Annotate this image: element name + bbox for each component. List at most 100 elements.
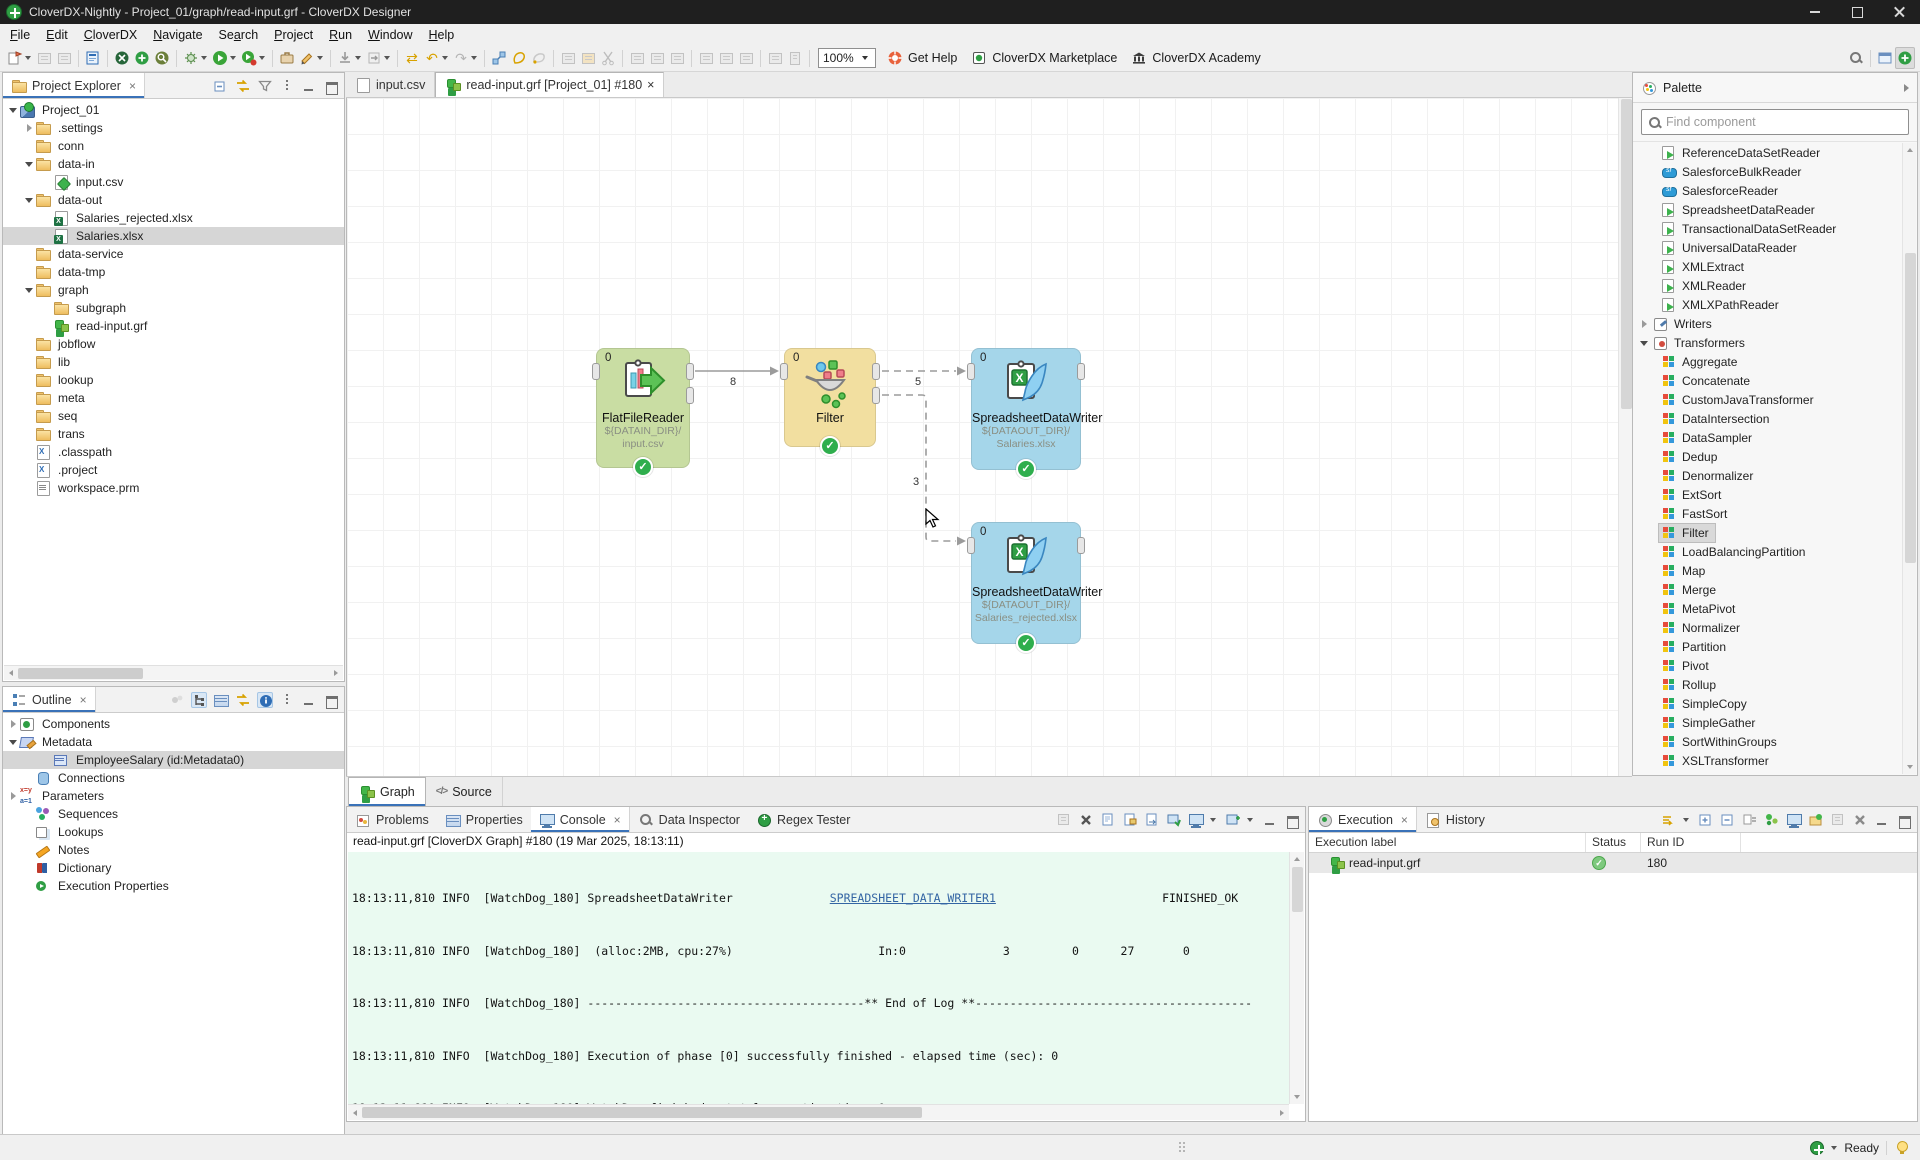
tab-source[interactable]: </>Source	[426, 777, 503, 806]
tab-project-explorer[interactable]: Project Explorer×	[3, 73, 145, 98]
tree-item-data-tmp[interactable]: data-tmp	[3, 263, 344, 281]
outline-item-lookups[interactable]: Lookups	[3, 823, 344, 841]
info-icon[interactable]	[257, 692, 273, 708]
debug-button[interactable]	[181, 47, 201, 69]
menu-navigate[interactable]: Navigate	[145, 26, 210, 44]
table-view-icon[interactable]	[213, 692, 229, 708]
tab-execution[interactable]: Execution×	[1309, 807, 1417, 832]
execution-row[interactable]: read-input.grf ✓ 180	[1309, 853, 1917, 873]
scroll-lock-icon[interactable]	[1122, 812, 1138, 828]
view-menu-icon[interactable]	[279, 692, 295, 708]
filter-executions-icon[interactable]	[1661, 812, 1677, 828]
palette-item-universaldatareader[interactable]: UniversalDataReader	[1634, 238, 1902, 257]
palette-item-referencedatasetreader[interactable]: ReferenceDataSetReader	[1634, 143, 1902, 162]
node-spreadsheetdatawriter-1[interactable]: 0 X SpreadsheetDataWriter ${DATAOUT_DIR}…	[971, 348, 1081, 470]
minimize-window-button[interactable]	[1794, 0, 1836, 24]
save-button[interactable]	[34, 47, 54, 69]
distribute-h-button[interactable]	[696, 47, 716, 69]
palette-item-dataintersection[interactable]: DataIntersection	[1634, 409, 1902, 428]
tab-regex-tester[interactable]: Regex Tester	[748, 807, 858, 832]
tree-item-settings[interactable]: .settings	[3, 119, 344, 137]
palette-item-filter[interactable]: Filter	[1634, 523, 1902, 542]
marketplace-link[interactable]: CloverDX Marketplace	[964, 50, 1124, 66]
close-icon[interactable]: ×	[129, 79, 136, 93]
link-editor-icon[interactable]	[235, 692, 251, 708]
align-center-button[interactable]	[647, 47, 667, 69]
remove-execution-icon[interactable]	[1852, 812, 1868, 828]
get-help-link[interactable]: Get Help	[880, 50, 964, 66]
export-button[interactable]	[364, 47, 384, 69]
clover-x-button[interactable]	[112, 47, 132, 69]
outline-item-parameters[interactable]: Parameters	[3, 787, 344, 805]
tree-item-trans[interactable]: trans	[3, 425, 344, 443]
outline-item-notes[interactable]: Notes	[3, 841, 344, 859]
collapse-all-icon[interactable]	[1720, 812, 1736, 828]
input-port[interactable]	[967, 363, 975, 380]
match-width-button[interactable]	[765, 47, 785, 69]
output-port[interactable]	[1077, 363, 1085, 380]
align-left-button[interactable]	[627, 47, 647, 69]
open-perspective-button[interactable]	[1875, 47, 1895, 69]
node-spreadsheetdatawriter-2[interactable]: 0 X SpreadsheetDataWriter ${DATAOUT_DIR}…	[971, 522, 1081, 644]
tab-console[interactable]: Console×	[531, 807, 630, 832]
scroll-thumb[interactable]	[1621, 99, 1632, 409]
scroll-thumb[interactable]	[1905, 253, 1916, 563]
open-console-icon[interactable]	[1225, 812, 1241, 828]
palette-item-fastsort[interactable]: FastSort	[1634, 504, 1902, 523]
outline-item-sequences[interactable]: Sequences	[3, 805, 344, 823]
palette-item-pivot[interactable]: Pivot	[1634, 656, 1902, 675]
palette-item-map[interactable]: Map	[1634, 561, 1902, 580]
scroll-down-icon[interactable]	[1290, 1090, 1304, 1104]
tree-item-jobflow[interactable]: jobflow	[3, 335, 344, 353]
paste-button[interactable]	[578, 47, 598, 69]
scroll-down-icon[interactable]	[1903, 760, 1917, 774]
palette-item-concatenate[interactable]: Concatenate	[1634, 371, 1902, 390]
profile-run-button[interactable]	[239, 47, 259, 69]
close-icon[interactable]: ×	[80, 693, 87, 707]
distribute-v-button[interactable]	[716, 47, 736, 69]
tree-item-data-out[interactable]: data-out	[3, 191, 344, 209]
search-icon[interactable]	[1846, 47, 1866, 69]
close-icon[interactable]: ×	[647, 78, 654, 92]
minimize-panel-icon[interactable]	[1262, 812, 1278, 828]
graph-canvas[interactable]: 0 FlatFileReader ${DATAIN_DIR}/ input.cs…	[346, 98, 1632, 776]
show-graph-icon[interactable]	[1764, 812, 1780, 828]
output-port[interactable]	[686, 363, 694, 380]
output-port-2[interactable]	[686, 387, 694, 404]
console-vscrollbar[interactable]	[1289, 852, 1304, 1104]
maximize-panel-icon[interactable]	[1896, 812, 1912, 828]
close-window-button[interactable]	[1878, 0, 1920, 24]
tree-item-data-in[interactable]: data-in	[3, 155, 344, 173]
input-port[interactable]	[592, 363, 600, 380]
tab-history[interactable]: History	[1417, 807, 1493, 832]
run-button[interactable]	[210, 47, 230, 69]
scroll-left-icon[interactable]	[348, 1106, 362, 1120]
palette-item-spreadsheetdatareader[interactable]: SpreadsheetDataReader	[1634, 200, 1902, 219]
palette-item-datasampler[interactable]: DataSampler	[1634, 428, 1902, 447]
tree-view-icon[interactable]	[191, 692, 207, 708]
show-on-change-icon[interactable]	[1166, 812, 1182, 828]
palette-item-merge[interactable]: Merge	[1634, 580, 1902, 599]
collapse-palette-icon[interactable]	[1904, 84, 1909, 92]
maximize-panel-icon[interactable]	[323, 692, 339, 708]
palette-item-salesforcereader[interactable]: SalesforceReader	[1634, 181, 1902, 200]
auto-layout-button[interactable]	[736, 47, 756, 69]
menu-help[interactable]: Help	[421, 26, 463, 44]
open-graph-button[interactable]	[83, 47, 103, 69]
maximize-panel-icon[interactable]	[323, 78, 339, 94]
tree-item-seq[interactable]: seq	[3, 407, 344, 425]
outline-item-connections[interactable]: Connections	[3, 769, 344, 787]
menu-run[interactable]: Run	[321, 26, 360, 44]
minimize-panel-icon[interactable]	[301, 692, 317, 708]
filter-icon[interactable]	[257, 78, 273, 94]
node-filter[interactable]: 0 Filter ✓	[784, 348, 876, 447]
menu-file[interactable]: File	[2, 26, 38, 44]
palette-item-salesforcebulkreader[interactable]: SalesforceBulkReader	[1634, 162, 1902, 181]
palette-item-sortwithingroups[interactable]: SortWithinGroups	[1634, 732, 1902, 751]
redo-button[interactable]: ↷	[451, 47, 471, 69]
console-hscrollbar[interactable]	[348, 1104, 1289, 1120]
menu-project[interactable]: Project	[266, 26, 321, 44]
scroll-left-icon[interactable]	[4, 666, 18, 680]
tree-item-graph[interactable]: graph	[3, 281, 344, 299]
open-project-icon[interactable]	[1808, 812, 1824, 828]
